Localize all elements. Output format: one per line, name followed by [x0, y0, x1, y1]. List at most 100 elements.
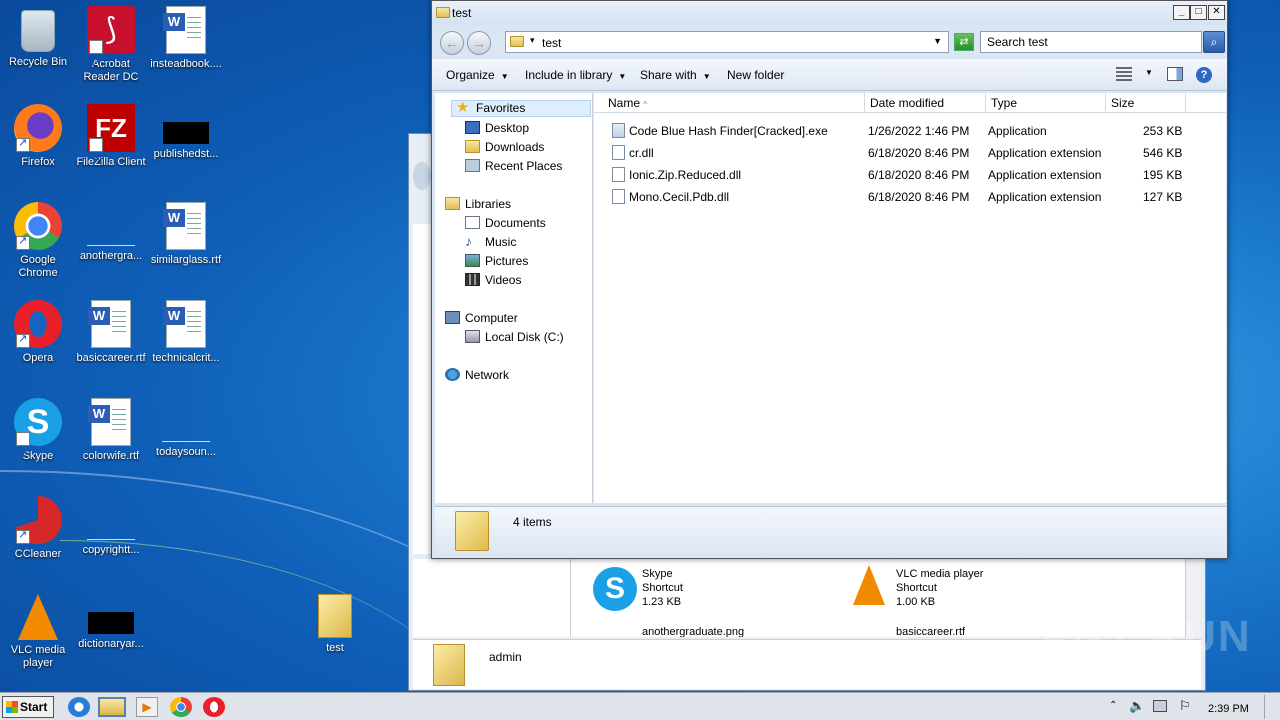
view-options-icon[interactable] [1116, 67, 1132, 81]
network-tray-icon[interactable] [1153, 700, 1167, 712]
breadcrumb-separator-icon[interactable]: ▾ [530, 35, 535, 46]
desktop-icon-todaysoun[interactable]: todaysoun... [148, 398, 224, 459]
filezilla-icon: FZ [87, 104, 135, 185]
file-size: 127 KB [1143, 190, 1183, 204]
desktop-icon-chrome[interactable]: Google Chrome [0, 202, 76, 280]
share-with-button[interactable]: Share with ▼ [640, 68, 711, 82]
column-header-size[interactable]: Size [1106, 93, 1186, 113]
music-icon: ♪ [465, 233, 472, 249]
desktop-icon-filezilla[interactable]: FZ FileZilla Client [73, 104, 149, 185]
nav-recent-places[interactable]: Recent Places [465, 159, 562, 176]
column-header-name[interactable]: Name ^ [594, 93, 865, 113]
title-bar[interactable]: test _ □ ✕ [432, 1, 1227, 25]
desktop-icon-technicalcrit[interactable]: W technicalcrit... [148, 300, 224, 365]
search-icon[interactable]: ⌕ [1203, 31, 1225, 53]
nav-label: Favorites [476, 101, 526, 115]
table-row[interactable]: Code Blue Hash Finder[Cracked].exe 1/26/… [608, 121, 1198, 141]
explorer-window[interactable]: test _ □ ✕ ← → ▾ test ▼ ⇄ ⌕ Organize ▼ In… [431, 0, 1228, 559]
desktop-icon-label: Opera [22, 352, 54, 364]
desktop-icon-basiccareer[interactable]: W basiccareer.rtf [73, 300, 149, 365]
start-button[interactable]: Start [2, 696, 54, 718]
help-icon[interactable]: ? [1196, 67, 1212, 83]
desktop-icon-ccleaner[interactable]: CCleaner [0, 496, 76, 561]
exe-file-icon [612, 123, 625, 138]
command-bar: Organize ▼ Include in library ▼ Share with… [432, 59, 1227, 91]
nav-label: Videos [485, 273, 522, 287]
explorer-taskbar-icon[interactable] [98, 697, 126, 717]
preview-pane-icon[interactable] [1167, 67, 1183, 81]
details-pane: 4 items [435, 506, 1226, 558]
desktop-icon-dictionaryar[interactable]: dictionaryar... [73, 594, 149, 651]
back-item-skype[interactable]: Skype Shortcut 1.23 KB [642, 567, 683, 609]
shortcut-arrow-icon [16, 431, 30, 479]
desktop-icon-test-folder[interactable]: test [297, 594, 373, 655]
desktop-icon-colorwife[interactable]: W colorwife.rtf [73, 398, 149, 463]
star-icon: ★ [456, 99, 470, 116]
include-in-library-button[interactable]: Include in library ▼ [525, 68, 626, 82]
desktop-icon-skype[interactable]: S Skype [0, 398, 76, 479]
include-label: Include in library [525, 68, 613, 82]
desktop-icon-publishedst[interactable]: publishedst... [148, 104, 224, 161]
watermark: ANY RUN [1038, 612, 1252, 661]
nav-documents[interactable]: Documents [465, 216, 546, 233]
forward-button[interactable]: → [467, 31, 491, 55]
volume-icon[interactable]: 🔈 [1129, 698, 1145, 714]
chevron-down-icon: ▼ [702, 72, 711, 81]
desktop-icon-acrobat[interactable]: ⟆ Acrobat Reader DC [73, 6, 149, 87]
nav-downloads[interactable]: Downloads [465, 140, 544, 157]
search-input[interactable] [981, 32, 1176, 52]
chevron-down-icon: ▼ [618, 72, 627, 81]
background-nav-strip [413, 224, 431, 554]
desktop-icon-insteadbook[interactable]: W insteadbook.... [148, 6, 224, 71]
refresh-button[interactable]: ⇄ [954, 33, 974, 51]
nav-music[interactable]: ♪ Music [465, 234, 516, 252]
nav-desktop[interactable]: Desktop [465, 121, 529, 138]
show-hidden-icons-icon[interactable]: ⌃ [1109, 700, 1117, 711]
nav-libraries[interactable]: Libraries [445, 197, 511, 214]
breadcrumb-current[interactable]: test [542, 36, 561, 50]
media-player-icon[interactable]: ▶ [136, 697, 158, 717]
new-folder-button[interactable]: New folder [727, 68, 784, 82]
taskbar: Start ▶ ⌃ 🔈 ⚐ 2:39 PM [0, 692, 1280, 720]
table-row[interactable]: cr.dll 6/18/2020 8:46 PM Application ext… [608, 143, 1198, 163]
nav-pictures[interactable]: Pictures [465, 254, 528, 271]
nav-computer[interactable]: Computer [445, 311, 518, 328]
address-bar[interactable]: ▾ test ▼ [505, 31, 949, 53]
column-header-type[interactable]: Type [986, 93, 1106, 113]
back-item-anothergraduate[interactable]: anothergraduate.png [642, 625, 744, 637]
nav-network[interactable]: Network [445, 368, 509, 385]
clock[interactable]: 2:39 PM [1208, 703, 1249, 715]
show-desktop-button[interactable] [1264, 695, 1278, 719]
organize-button[interactable]: Organize ▼ [446, 68, 509, 82]
back-button[interactable]: ← [440, 31, 464, 55]
maximize-button[interactable]: □ [1190, 5, 1207, 20]
minimize-button[interactable]: _ [1173, 5, 1190, 20]
nav-label: Computer [465, 311, 518, 325]
back-item-basiccareer[interactable]: basiccareer.rtf [896, 625, 965, 637]
action-center-flag-icon[interactable]: ⚐ [1179, 698, 1191, 714]
close-button[interactable]: ✕ [1208, 5, 1225, 20]
address-dropdown-icon[interactable]: ▼ [933, 36, 942, 46]
nav-favorites[interactable]: ★ Favorites [451, 100, 591, 117]
chrome-icon[interactable] [170, 697, 192, 717]
desktop-icon-anothergra[interactable]: anothergra... [73, 202, 149, 263]
back-item-vlc[interactable]: VLC media player Shortcut 1.00 KB [896, 567, 983, 609]
view-dropdown-icon[interactable]: ▼ [1145, 68, 1153, 77]
table-row[interactable]: Mono.Cecil.Pdb.dll 6/18/2020 8:46 PM App… [608, 187, 1198, 207]
search-box[interactable] [980, 31, 1202, 53]
table-row[interactable]: Ionic.Zip.Reduced.dll 6/18/2020 8:46 PM … [608, 165, 1198, 185]
desktop-icon-similarglass[interactable]: W similarglass.rtf [148, 202, 224, 267]
desktop-icon-copyrightt[interactable]: copyrightt... [73, 496, 149, 557]
desktop-icon-label: CCleaner [14, 548, 62, 560]
desktop-icon-firefox[interactable]: Firefox [0, 104, 76, 169]
desktop-icon-vlc[interactable]: VLC media player [0, 594, 76, 670]
item-kind: Shortcut [642, 582, 683, 594]
desktop-icon-opera[interactable]: Opera [0, 300, 76, 365]
opera-icon[interactable] [203, 697, 225, 717]
file-name: Code Blue Hash Finder[Cracked].exe [629, 124, 828, 138]
nav-local-disk[interactable]: Local Disk (C:) [465, 330, 564, 347]
desktop-icon-recycle-bin[interactable]: Recycle Bin [0, 6, 76, 69]
internet-explorer-icon[interactable] [68, 697, 90, 717]
column-header-date[interactable]: Date modified [865, 93, 986, 113]
nav-videos[interactable]: Videos [465, 273, 522, 290]
